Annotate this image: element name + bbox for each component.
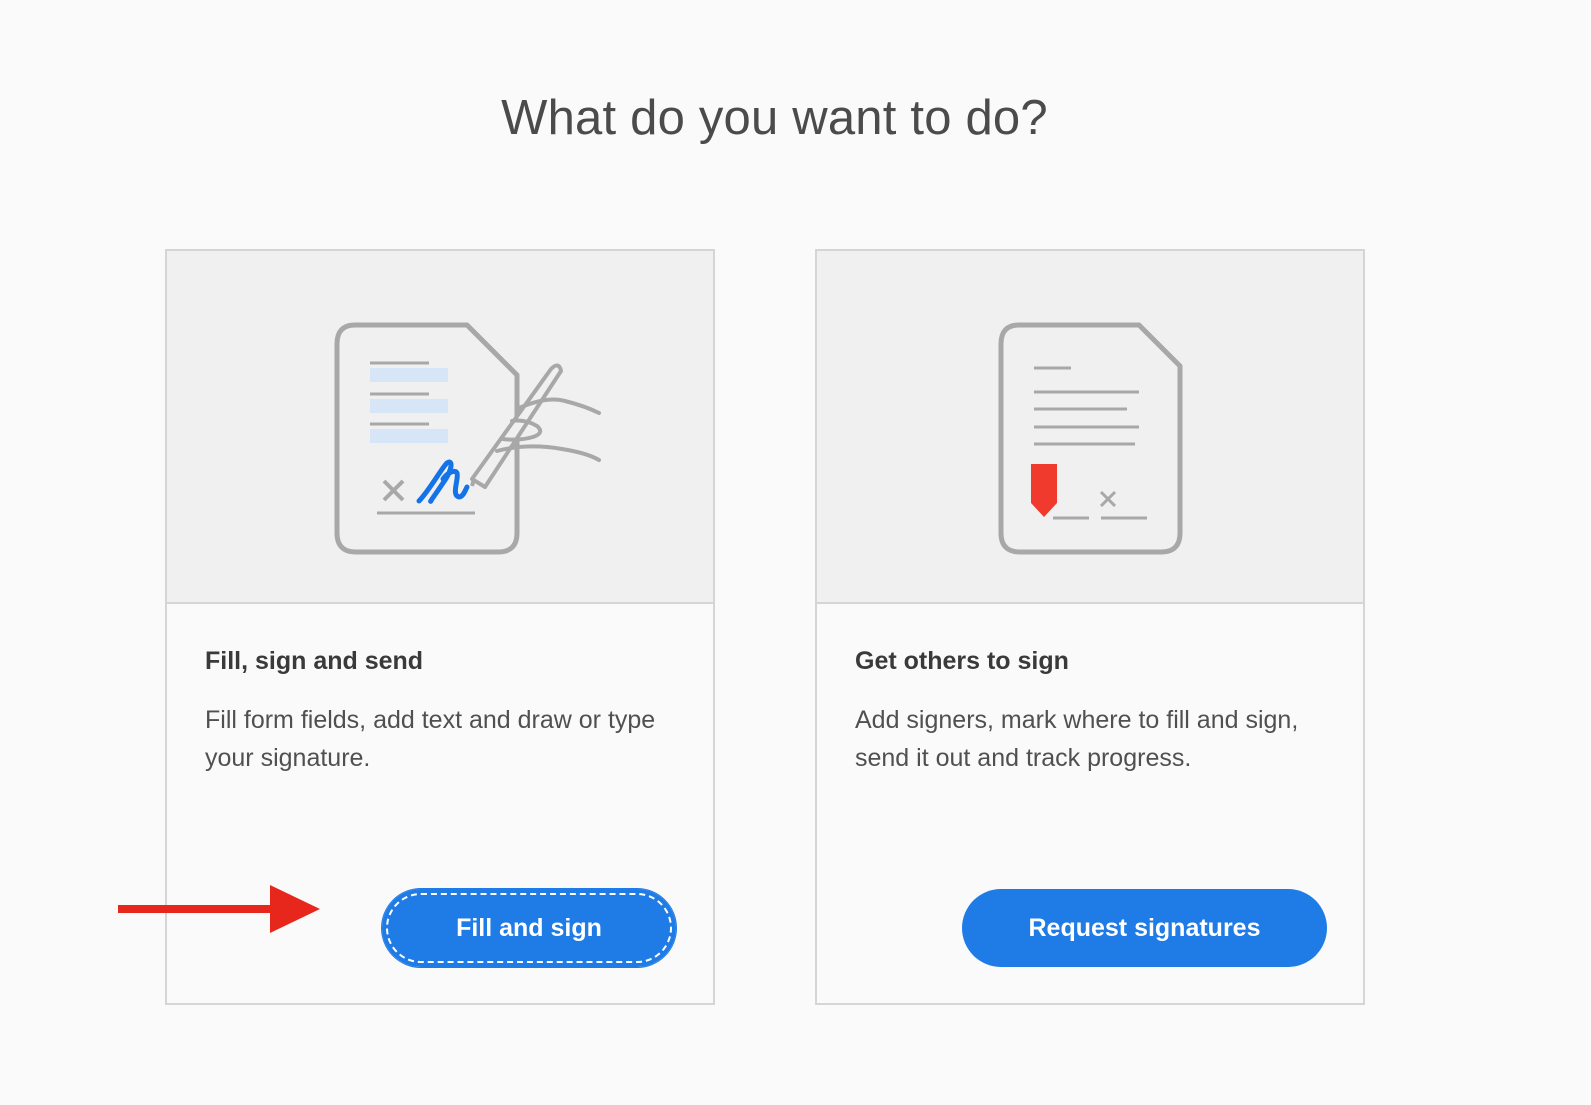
request-signature-document-icon [998,322,1183,555]
sign-options-page: What do you want to do? Fill, sign and s… [0,0,1591,1105]
request-signatures-illustration [817,251,1363,604]
request-signatures-heading: Get others to sign [855,647,1069,675]
fill-sign-document-icon [334,322,601,555]
red-arrow-pointer [118,885,320,933]
page-title: What do you want to do? [501,91,1048,145]
fill-sign-illustration [167,251,713,604]
request-signatures-description: Add signers, mark where to fill and sign… [855,706,1299,772]
request-signatures-button[interactable]: Request signatures [962,889,1327,967]
request-signatures-card[interactable]: Get others to sign Add signers, mark whe… [815,249,1365,1005]
fill-and-sign-button[interactable]: Fill and sign [382,889,676,967]
fill-sign-description: Fill form fields, add text and draw or t… [205,706,656,772]
fill-sign-heading: Fill, sign and send [205,647,424,675]
